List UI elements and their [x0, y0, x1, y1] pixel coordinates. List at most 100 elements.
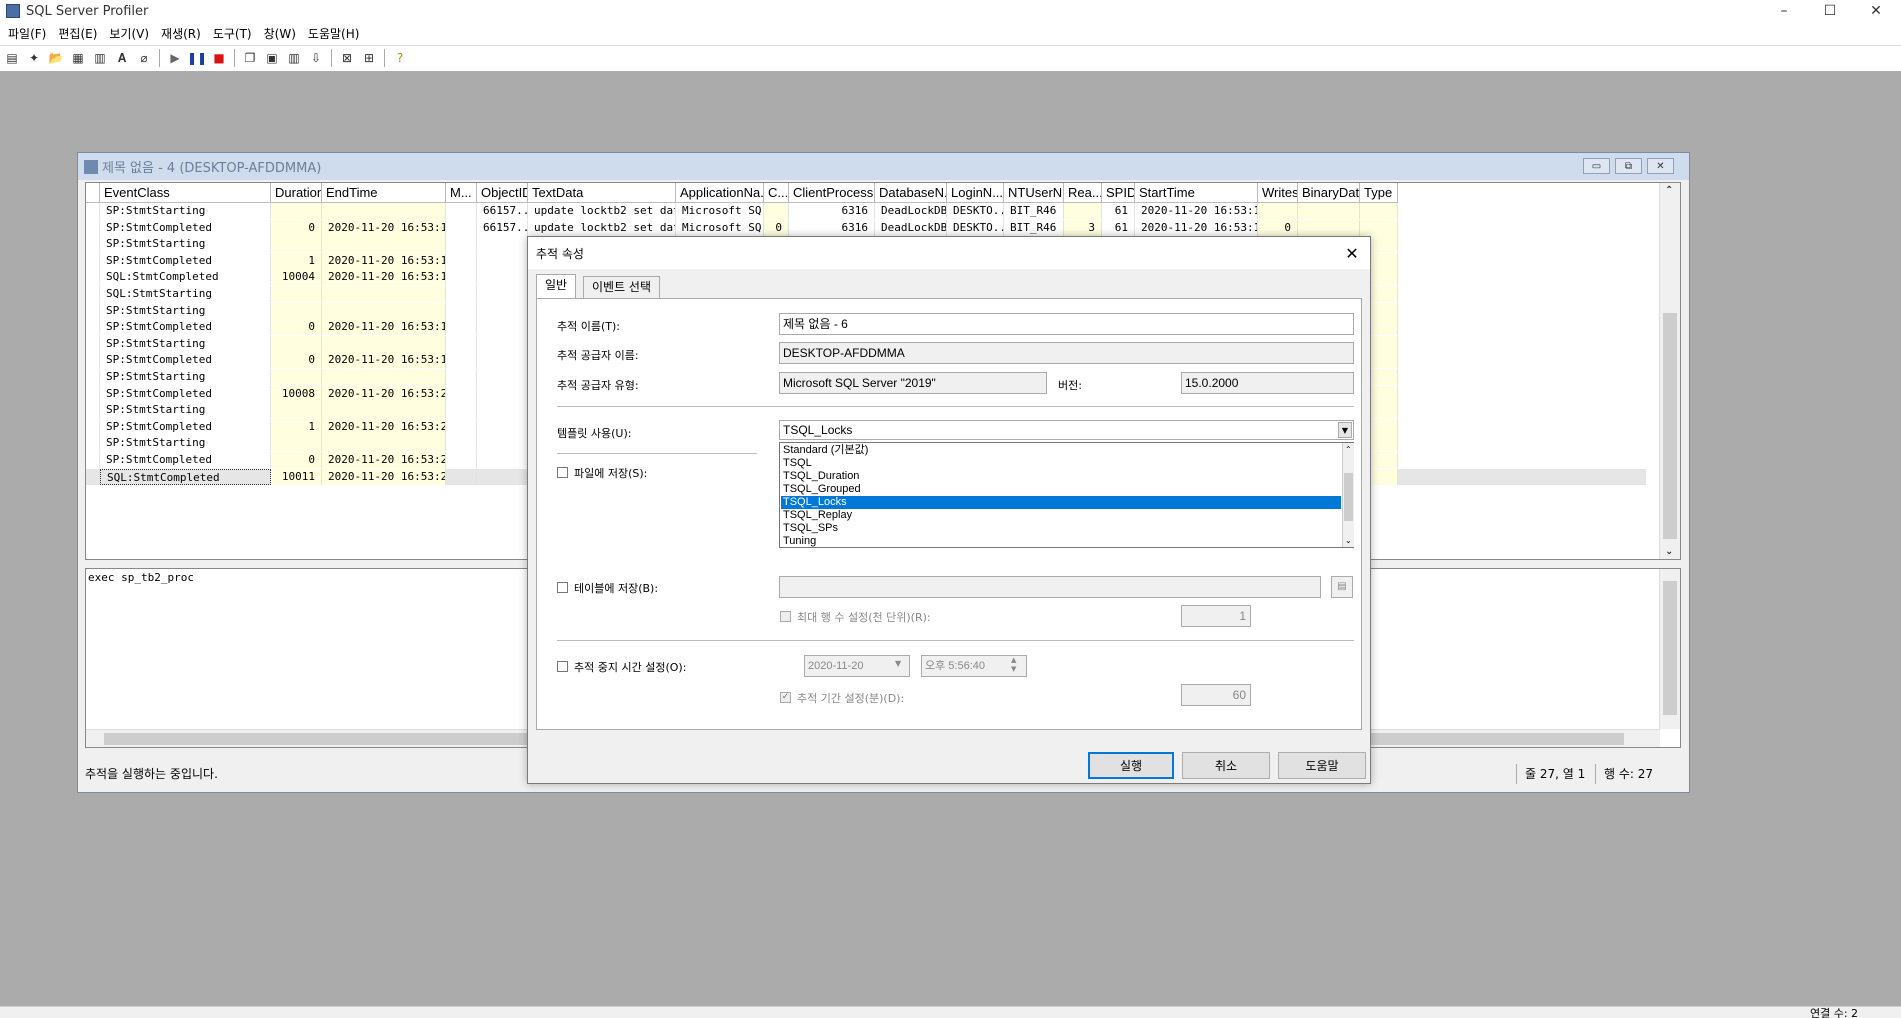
column-header[interactable]: M...: [446, 183, 477, 203]
close-button[interactable]: ✕: [1853, 0, 1899, 22]
columns-icon[interactable]: ▥: [284, 48, 304, 68]
text-vertical-scrollbar[interactable]: [1659, 569, 1680, 729]
properties-icon[interactable]: ▦: [68, 48, 88, 68]
autoscroll-icon[interactable]: ⇩: [306, 48, 326, 68]
start-icon[interactable]: ▶: [165, 48, 185, 68]
cancel-button[interactable]: 취소: [1182, 752, 1270, 779]
save-icon[interactable]: ▥: [90, 48, 110, 68]
save-file-label: 파일에 저장(S):: [574, 467, 648, 480]
column-header[interactable]: C...: [764, 183, 789, 203]
stop-time-checkbox[interactable]: [557, 661, 568, 672]
scroll-up-icon[interactable]: ⌃: [1345, 445, 1352, 454]
column-header[interactable]: ObjectID: [477, 183, 528, 203]
column-header[interactable]: Writes: [1258, 183, 1298, 203]
toolbar-separator: [384, 49, 385, 67]
menu-tools[interactable]: 도구(T): [207, 25, 258, 42]
dropdown-scrollbar[interactable]: ⌃ ⌄: [1342, 443, 1354, 547]
template-option[interactable]: TSQL_Duration: [781, 470, 1341, 483]
table-cell: [446, 252, 477, 269]
template-select[interactable]: TSQL_Locks: [779, 420, 1354, 440]
trace-restore-button[interactable]: ⧉: [1615, 158, 1642, 174]
table-row[interactable]: SP:StmtStarting 66157...update locktb2 se…: [86, 203, 1646, 219]
table-cell: 0: [271, 352, 322, 369]
template-option[interactable]: TSQL_Locks: [781, 496, 1341, 509]
clear-icon[interactable]: ⌀: [134, 48, 154, 68]
column-header[interactable]: SPID: [1102, 183, 1135, 203]
column-header[interactable]: Type: [1360, 183, 1398, 203]
toolbar-separator: [159, 49, 160, 67]
save-file-checkbox[interactable]: [557, 467, 568, 478]
scroll-down-icon[interactable]: ⌄: [1345, 536, 1352, 545]
column-header[interactable]: ApplicationNa...: [676, 183, 764, 203]
new-template-icon[interactable]: ✦: [24, 48, 44, 68]
browse-table-icon[interactable]: ▤: [1331, 576, 1353, 598]
maximize-button[interactable]: ☐: [1807, 0, 1853, 22]
minimize-button[interactable]: –: [1761, 0, 1807, 22]
column-header[interactable]: Duration: [271, 183, 322, 203]
menu-view[interactable]: 보기(V): [103, 25, 155, 42]
menu-replay[interactable]: 재생(R): [155, 25, 207, 42]
grid-vertical-scrollbar[interactable]: ⌃ ⌄: [1659, 183, 1680, 559]
menu-window[interactable]: 창(W): [258, 25, 302, 42]
template-option[interactable]: Tuning: [781, 535, 1341, 548]
column-header[interactable]: StartTime: [1135, 183, 1258, 203]
stop-icon[interactable]: ■: [209, 48, 229, 68]
table-cell: SP:StmtCompleted: [100, 385, 271, 402]
grid-scroll-thumb[interactable]: [1663, 313, 1677, 539]
table-cell: [322, 335, 446, 352]
tab-general[interactable]: 일반: [536, 274, 577, 298]
text-scroll-thumb[interactable]: [1663, 581, 1677, 715]
table-cell: [86, 402, 100, 419]
scroll-down-icon[interactable]: ⌄: [1665, 546, 1673, 557]
trace-name-input[interactable]: 제목 없음 - 6: [779, 313, 1354, 335]
tuning-advisor-icon[interactable]: ⊠: [337, 48, 357, 68]
column-header[interactable]: ClientProcessID: [789, 183, 875, 203]
menu-help[interactable]: 도움말(H): [302, 25, 366, 42]
dropdown-arrow-icon[interactable]: ▼: [1338, 422, 1352, 438]
tab-event-selection[interactable]: 이벤트 선택: [583, 276, 661, 298]
table-cell: 6316: [789, 219, 875, 236]
table-cell: SP:StmtCompleted: [100, 352, 271, 369]
find-icon[interactable]: 𝐀: [112, 48, 132, 68]
help-button[interactable]: 도움말: [1278, 752, 1366, 779]
cascade-icon[interactable]: ❐: [240, 48, 260, 68]
table-cell: [477, 335, 528, 352]
column-header[interactable]: DatabaseN...: [875, 183, 947, 203]
template-dropdown-list[interactable]: Standard (기본값) TSQL TSQL_Duration TSQL_Grou…: [779, 442, 1354, 548]
column-header[interactable]: Rea...: [1064, 183, 1102, 203]
template-option[interactable]: Standard (기본값): [781, 444, 1341, 457]
tile-icon[interactable]: ▣: [262, 48, 282, 68]
app-title: SQL Server Profiler: [26, 3, 149, 19]
dialog-close-icon[interactable]: ✕: [1342, 243, 1362, 263]
time-spinner-icon: ▲ ▼: [1011, 656, 1017, 673]
column-header[interactable]: EndTime: [322, 183, 446, 203]
column-header[interactable]: BinaryData: [1298, 183, 1360, 203]
column-header[interactable]: LoginN...: [947, 183, 1004, 203]
performance-monitor-icon[interactable]: ⊞: [359, 48, 379, 68]
column-header[interactable]: EventClass: [100, 183, 271, 203]
column-header[interactable]: NTUserN...: [1004, 183, 1064, 203]
new-trace-icon[interactable]: ▤: [2, 48, 22, 68]
table-cell: [86, 369, 100, 385]
save-table-checkbox[interactable]: [557, 582, 568, 593]
help-icon[interactable]: ?: [390, 48, 410, 68]
table-cell: SP:StmtCompleted: [100, 452, 271, 468]
template-option[interactable]: TSQL_Grouped: [781, 483, 1341, 496]
table-cell: [86, 203, 100, 219]
table-row[interactable]: SP:StmtCompleted02020-11-20 16:53:13...6…: [86, 219, 1646, 236]
pause-icon[interactable]: ❚❚: [187, 48, 207, 68]
menu-edit[interactable]: 편집(E): [52, 25, 103, 42]
trace-minimize-button[interactable]: ▭: [1583, 158, 1610, 174]
table-cell: [1298, 219, 1360, 236]
template-option[interactable]: TSQL_SPs: [781, 522, 1341, 535]
template-option[interactable]: TSQL: [781, 457, 1341, 470]
run-button[interactable]: 실행: [1088, 752, 1174, 779]
template-option[interactable]: TSQL_Replay: [781, 509, 1341, 522]
menu-file[interactable]: 파일(F): [2, 25, 52, 42]
dropdown-scroll-thumb[interactable]: [1344, 473, 1353, 521]
open-icon[interactable]: 📂: [46, 48, 66, 68]
scroll-up-icon[interactable]: ⌃: [1665, 185, 1673, 196]
column-header[interactable]: TextData: [528, 183, 676, 203]
trace-close-button[interactable]: ✕: [1647, 158, 1674, 174]
table-cell: [446, 435, 477, 452]
